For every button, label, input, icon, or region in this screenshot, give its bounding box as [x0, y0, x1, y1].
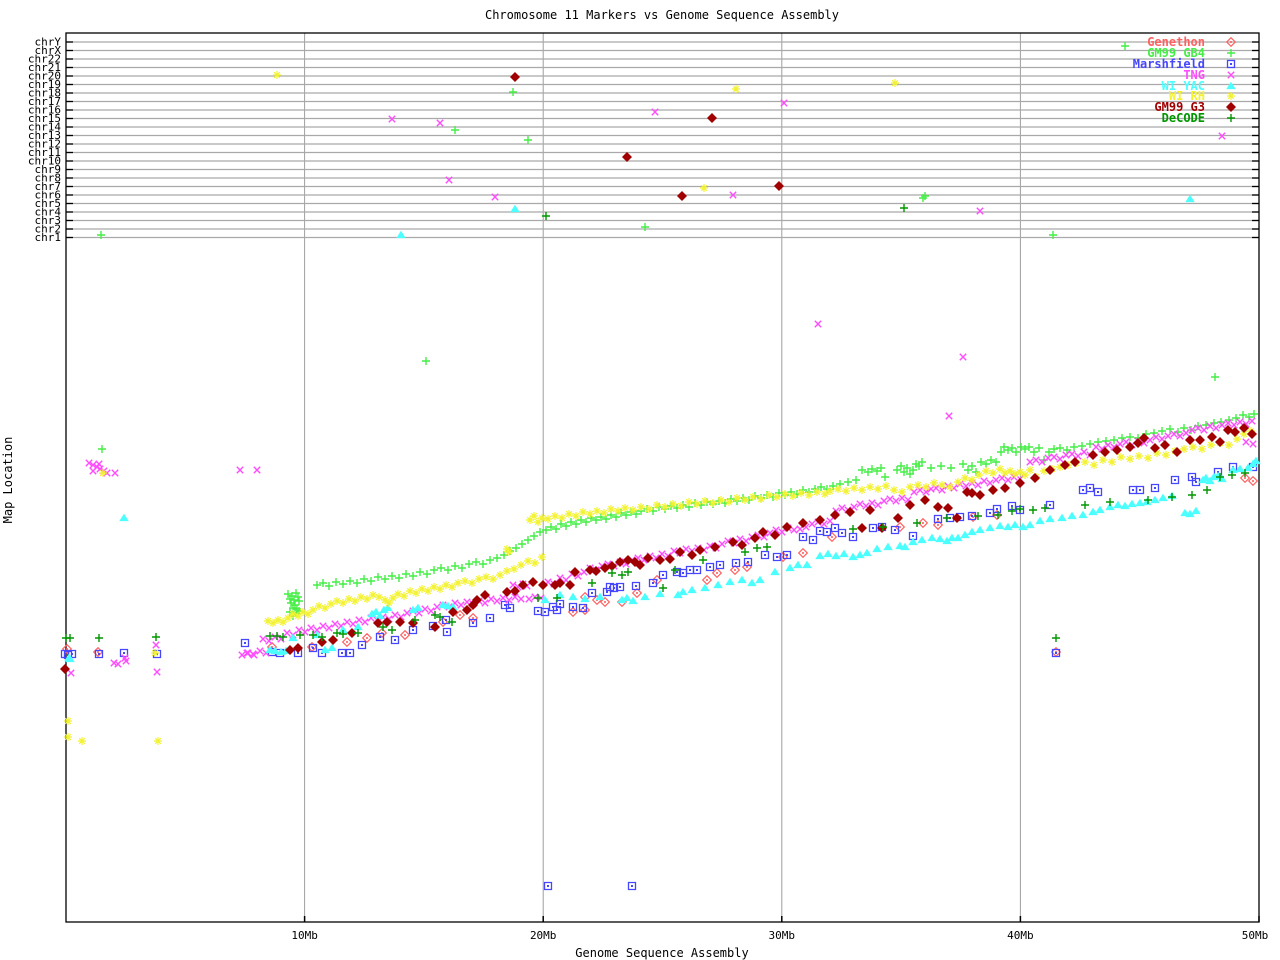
gridlines	[304, 33, 1021, 922]
series-wi-rh	[64, 71, 1255, 745]
x-axis-label: Genome Sequence Assembly	[575, 946, 748, 960]
chromosome-track-lines	[66, 41, 1259, 239]
x-tick-label-50Mb: 50Mb	[1242, 929, 1269, 942]
x-tick-label-20Mb: 20Mb	[530, 929, 557, 942]
series-marshfield	[60, 462, 1258, 891]
series-decode	[62, 204, 1249, 642]
axis-tick-labels: chrYchrXchr22chr21chr20chr19chr18chr17ch…	[28, 36, 1268, 943]
legend: GenethonGM99 GB4MarshfieldTNGWI YACWI RH…	[1133, 35, 1237, 125]
scatter-plot-canvas: Chromosome 11 Markers vs Genome Sequence…	[1, 8, 1268, 960]
chromosome-marker-plot: Chromosome 11 Markers vs Genome Sequence…	[0, 0, 1280, 960]
plot-frame	[65, 32, 1260, 923]
x-tick-label-40Mb: 40Mb	[1007, 929, 1034, 942]
x-tick-label-10Mb: 10Mb	[291, 929, 318, 942]
x-tick-label-30Mb: 30Mb	[769, 929, 796, 942]
chart-title: Chromosome 11 Markers vs Genome Sequence…	[485, 8, 839, 22]
legend-label: DeCODE	[1162, 111, 1205, 125]
y-axis-label: Map Location	[1, 437, 15, 524]
row-label-chr1: chr1	[35, 231, 62, 244]
series-gm99-gb4	[97, 42, 1258, 620]
plot-border	[65, 32, 1260, 923]
